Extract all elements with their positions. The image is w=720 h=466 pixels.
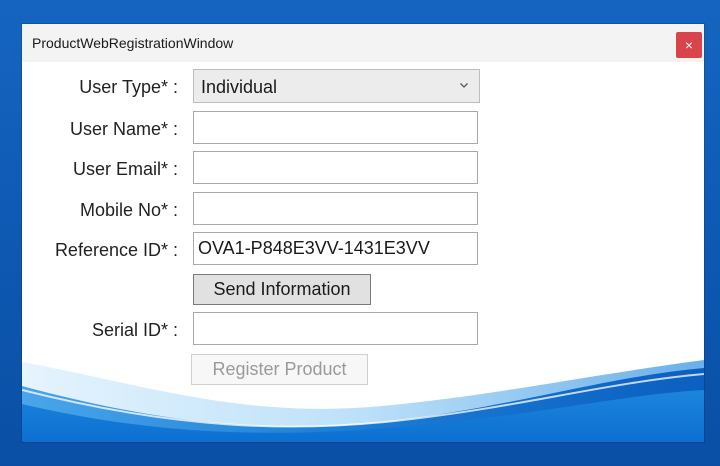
serial-id-input[interactable] (193, 312, 478, 345)
user-name-label: User Name* : (69, 119, 178, 139)
user-type-value: Individual (201, 77, 278, 97)
close-button[interactable]: × (676, 32, 702, 58)
desktop-background: ProductWebRegistrationWindow × User Type… (0, 0, 720, 466)
user-type-select[interactable]: Individual (193, 69, 480, 103)
close-icon: × (684, 37, 694, 53)
register-product-button[interactable]: Register Product (191, 354, 368, 385)
reference-id-label: Reference ID* : (54, 240, 178, 260)
window-title: ProductWebRegistrationWindow (32, 35, 234, 51)
mobile-input[interactable] (193, 192, 478, 225)
user-name-input[interactable] (193, 111, 478, 144)
reference-id-input[interactable] (193, 232, 478, 265)
send-information-button[interactable]: Send Information (193, 274, 371, 305)
mobile-label: Mobile No* : (79, 200, 178, 220)
user-type-label: User Type* : (79, 77, 178, 97)
chevron-down-icon (460, 83, 468, 88)
registration-window: ProductWebRegistrationWindow × User Type… (22, 24, 704, 442)
user-email-input[interactable] (193, 151, 478, 184)
serial-id-label: Serial ID* : (91, 320, 178, 340)
user-email-label: User Email* : (72, 159, 178, 179)
title-bar: ProductWebRegistrationWindow × (22, 24, 704, 62)
